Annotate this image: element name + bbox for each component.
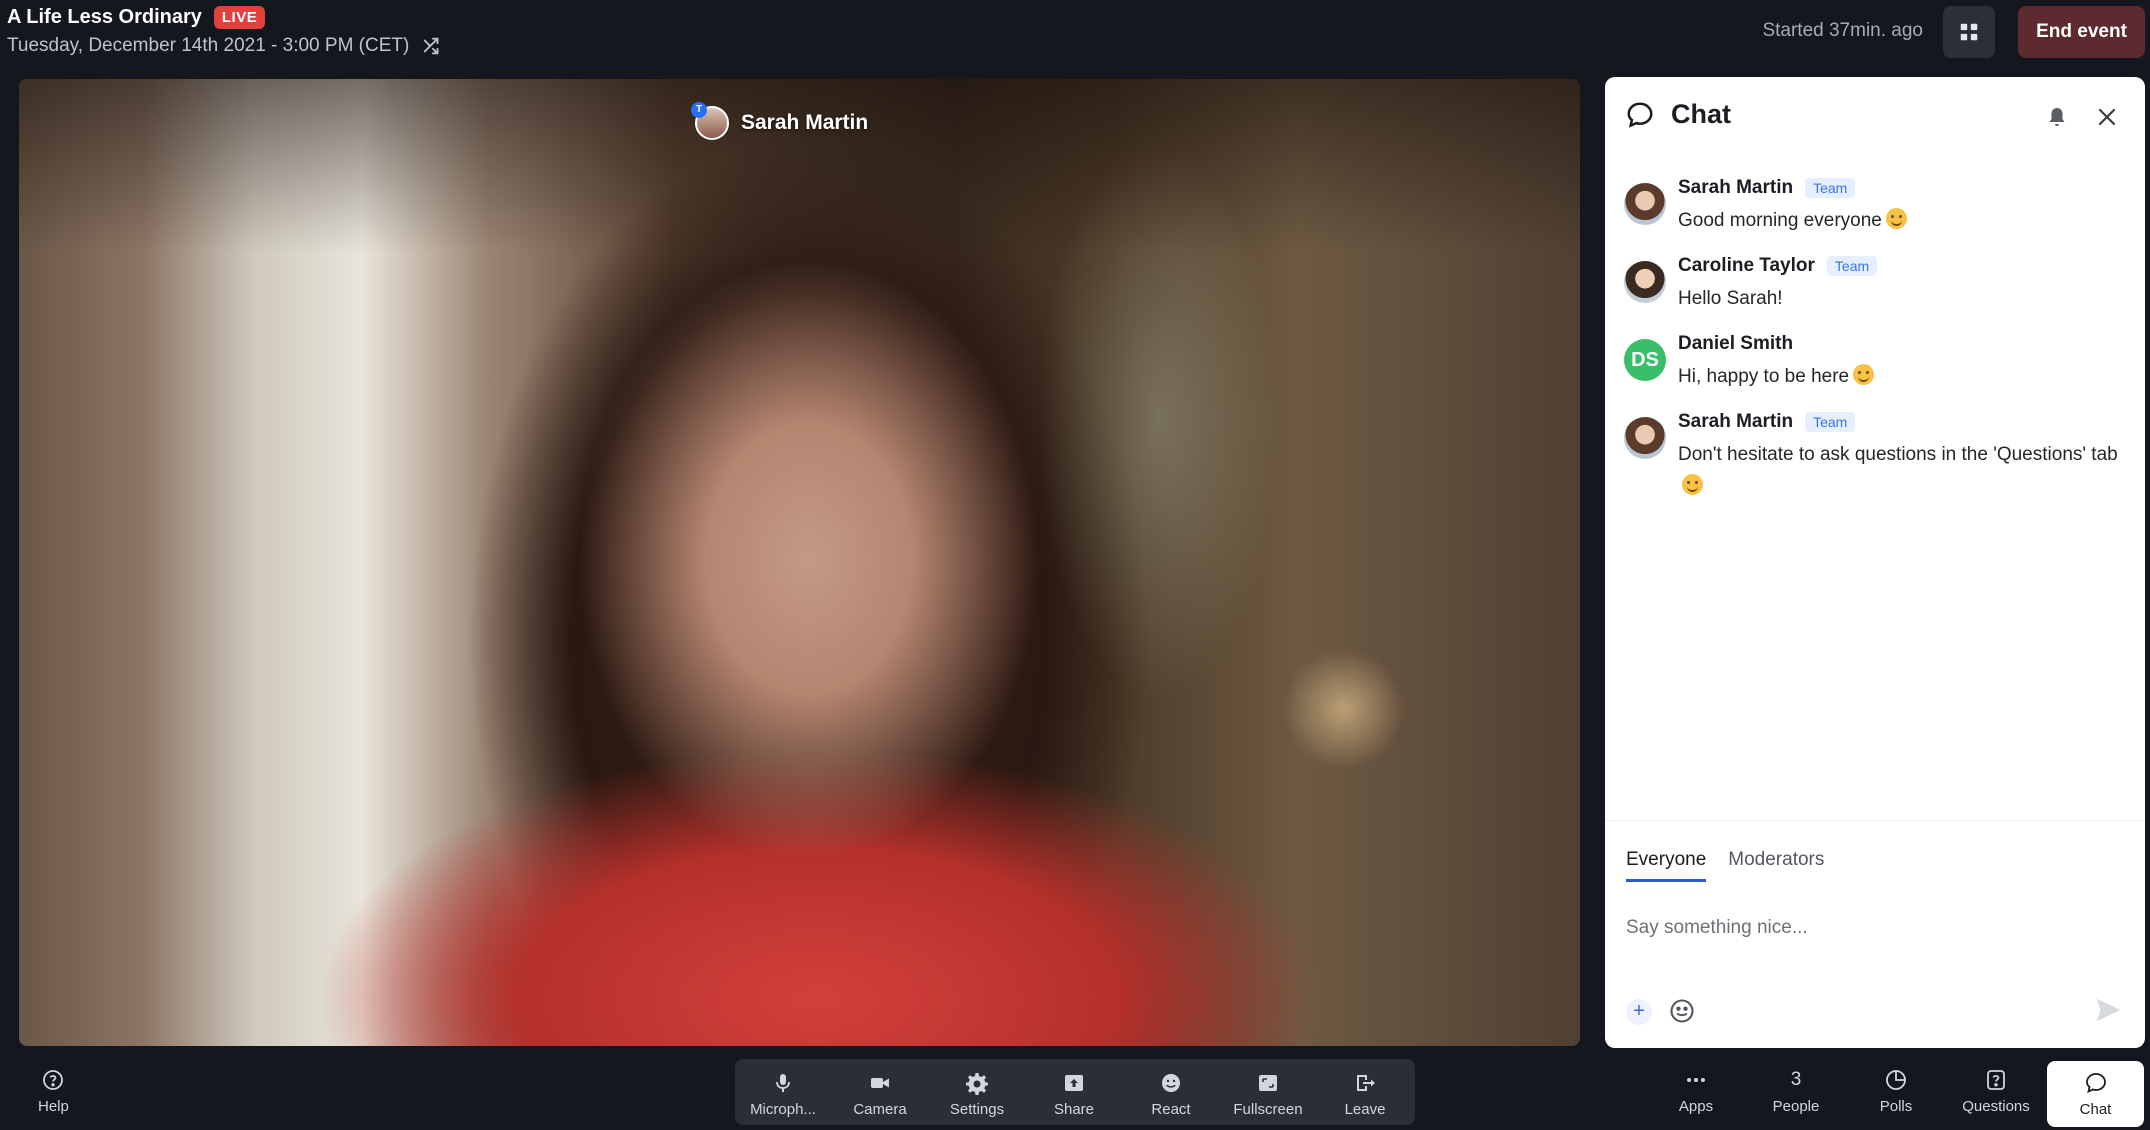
message-author: Caroline Taylor: [1678, 255, 1815, 276]
notification-bell-icon[interactable]: [2045, 105, 2069, 134]
message-text-row: Don't hesitate to ask questions in the '…: [1678, 439, 2128, 503]
share-screen-icon: [1065, 1075, 1083, 1091]
avatar: [1624, 417, 1666, 459]
microphone-label: Microph...: [750, 1101, 816, 1118]
react-button[interactable]: React: [1123, 1071, 1219, 1118]
chat-title: Chat: [1671, 99, 1731, 129]
fullscreen-button[interactable]: Fullscreen: [1220, 1071, 1316, 1118]
speaker-tag: T Sarah Martin: [691, 102, 869, 140]
microphone-icon: [776, 1074, 790, 1092]
pie-chart-icon: [1886, 1070, 1906, 1090]
leave-label: Leave: [1344, 1101, 1386, 1118]
team-badge: Team: [1826, 256, 1878, 276]
fullscreen-label: Fullscreen: [1233, 1101, 1303, 1118]
avatar: [1624, 261, 1666, 303]
question-icon: [1987, 1070, 2005, 1090]
avatar: [1624, 183, 1666, 225]
add-attachment-icon[interactable]: +: [1626, 999, 1652, 1025]
apps-label: Apps: [1678, 1098, 1714, 1115]
camera-icon: [871, 1078, 889, 1088]
event-date-row: Tuesday, December 14th 2021 - 3:00 PM (C…: [7, 35, 443, 57]
settings-label: Settings: [949, 1101, 1005, 1118]
camera-button[interactable]: Camera: [832, 1071, 928, 1118]
bottom-toolbar: Help Microph... Camera Settings Share Re…: [0, 1052, 2150, 1130]
speaker-name: Sarah Martin: [741, 111, 869, 134]
emoji-picker-icon[interactable]: [1668, 997, 1696, 1030]
close-icon[interactable]: [2095, 105, 2119, 134]
microphone-button[interactable]: Microph...: [735, 1071, 831, 1118]
message-author: Sarah Martin: [1678, 177, 1794, 198]
event-title: A Life Less Ordinary: [7, 6, 202, 28]
avatar: DS: [1624, 339, 1666, 381]
shuffle-icon[interactable]: [421, 35, 443, 57]
live-badge: LIVE: [213, 6, 266, 29]
settings-button[interactable]: Settings: [929, 1071, 1025, 1118]
help-button[interactable]: Help: [38, 1068, 69, 1115]
chat-message-input[interactable]: [1626, 917, 2116, 939]
speaker-avatar: T: [691, 102, 729, 140]
help-icon: [43, 1070, 64, 1090]
react-label: React: [1151, 1101, 1191, 1118]
layout-grid-button[interactable]: [1943, 6, 1995, 58]
grid-icon: [1960, 23, 1978, 41]
message-author: Daniel Smith: [1678, 333, 1794, 354]
share-label: Share: [1053, 1101, 1095, 1118]
questions-button[interactable]: Questions: [1948, 1068, 2044, 1115]
polls-label: Polls: [1879, 1098, 1913, 1115]
questions-label: Questions: [1962, 1098, 2030, 1115]
message-author: Sarah Martin: [1678, 411, 1794, 432]
help-label: Help: [38, 1098, 69, 1115]
message-text: Good morning everyone: [1678, 210, 1882, 231]
send-icon[interactable]: [2093, 995, 2123, 1030]
media-controls: Microph... Camera Settings Share React F…: [735, 1059, 1415, 1125]
leave-icon: [1357, 1075, 1375, 1091]
people-label: People: [1772, 1098, 1820, 1115]
fullscreen-icon: [1259, 1075, 1277, 1091]
people-count: 3: [1790, 1069, 1802, 1090]
chat-message: Caroline Taylor Team Hello Sarah!: [1624, 255, 2134, 315]
leave-button[interactable]: Leave: [1317, 1071, 1413, 1118]
started-time: Started 37min. ago: [1762, 20, 1923, 41]
message-text: Don't hesitate to ask questions in the '…: [1678, 444, 2118, 465]
grinning-face-icon: [1853, 364, 1875, 385]
chat-message: Sarah Martin Team Don't hesitate to ask …: [1624, 411, 2134, 503]
winking-face-icon: [1682, 474, 1703, 495]
chat-message: Sarah Martin Team Good morning everyone: [1624, 177, 2134, 237]
team-badge: Team: [1805, 412, 1856, 432]
chat-toggle-label: Chat: [2079, 1100, 2112, 1118]
top-bar: A Life Less Ordinary LIVE Tuesday, Decem…: [0, 0, 2150, 76]
message-text: Hello Sarah!: [1678, 288, 1783, 309]
team-badge: Team: [1805, 178, 1856, 198]
message-text: Hi, happy to be here: [1678, 366, 1850, 387]
end-event-button[interactable]: End event: [2018, 6, 2145, 58]
event-date: Tuesday, December 14th 2021 - 3:00 PM (C…: [7, 35, 410, 56]
chat-audience-tabs: Everyone Moderators: [1626, 849, 1824, 882]
message-text-row: Good morning everyone: [1678, 205, 2128, 237]
divider: [1605, 820, 2145, 821]
team-indicator: T: [691, 102, 707, 118]
event-title-row: A Life Less Ordinary LIVE: [7, 6, 266, 29]
tab-moderators[interactable]: Moderators: [1728, 849, 1824, 882]
smile-icon: [1162, 1074, 1180, 1092]
smiling-face-icon: [1885, 208, 1907, 229]
camera-label: Camera: [853, 1101, 907, 1118]
tab-everyone[interactable]: Everyone: [1626, 849, 1707, 882]
share-button[interactable]: Share: [1026, 1071, 1122, 1118]
polls-button[interactable]: Polls: [1848, 1068, 1944, 1115]
chat-header: Chat: [1625, 99, 1731, 130]
apps-button[interactable]: Apps: [1648, 1068, 1744, 1115]
gear-icon: [966, 1073, 988, 1095]
chat-toggle-button[interactable]: Chat: [2047, 1061, 2144, 1127]
chat-message: DS Daniel Smith Hi, happy to be here: [1624, 333, 2134, 393]
chat-bubble-icon: [2085, 1072, 2106, 1093]
message-text-row: Hi, happy to be here: [1678, 361, 2128, 393]
video-stage: T Sarah Martin: [19, 79, 1580, 1046]
chat-bubble-icon: [1627, 101, 1653, 128]
more-dots-icon: [1687, 1078, 1705, 1082]
chat-panel: Chat Sarah Martin Team Good morning ever…: [1605, 77, 2145, 1048]
people-button[interactable]: 3 People: [1748, 1068, 1844, 1115]
